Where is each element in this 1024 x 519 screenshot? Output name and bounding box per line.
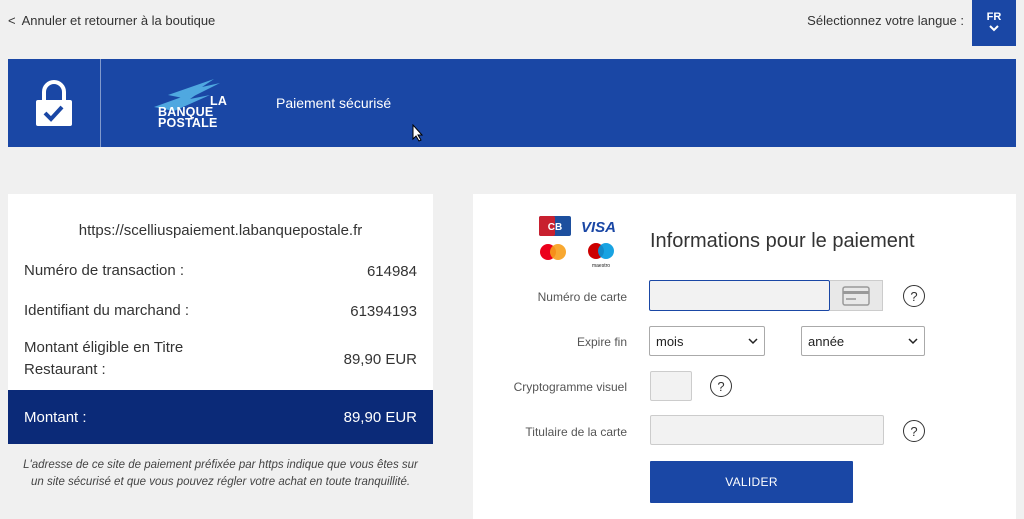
expiry-month-value: mois [656,333,684,349]
card-number-help-icon[interactable]: ? [903,285,925,307]
chevron-left-icon: < [8,13,16,28]
meal-voucher-label: Montant éligible en Titre Restaurant : [24,339,184,378]
cvv-input[interactable] [650,371,692,401]
bank-logo-text: LA BANQUE POSTALE [158,95,227,130]
transaction-label: Numéro de transaction : [24,262,185,279]
merchant-value: 61394193 [350,302,417,320]
total-label: Montant : [24,408,87,426]
card-brands-logo: CB VISA maestro [539,216,616,269]
transaction-value: 614984 [366,262,417,280]
padlock-icon [36,80,72,126]
cvv-label: Cryptogramme visuel [513,380,627,394]
security-notice: L'adresse de ce site de paiement préfixé… [23,459,418,488]
visa-brand: VISA [581,219,616,236]
language-selector[interactable]: FR [972,0,1016,46]
expiry-year-value: année [808,333,845,349]
card-holder-help-icon[interactable]: ? [903,420,925,442]
language-label: Sélectionnez votre langue : [807,13,964,28]
cvv-help-icon[interactable]: ? [710,375,732,397]
summary-row-merchant: Identifiant du marchand : 61394193 [24,300,417,322]
validate-button[interactable]: VALIDER [650,461,853,503]
maestro-brand: maestro [592,263,610,269]
cb-brand: CB [548,222,562,233]
payment-form-panel: CB VISA maestro Informations pour le pai… [473,194,1016,519]
summary-row-meal-voucher: Montant éligible en Titre Restaurant : 8… [24,336,417,382]
card-holder-input[interactable] [650,415,884,445]
chevron-down-icon [908,337,918,344]
header-banner: LA BANQUE POSTALE Paiement sécurisé [8,59,1016,147]
top-bar: < Annuler et retourner à la boutique Sél… [0,0,1024,50]
chevron-down-icon [989,25,999,35]
back-to-shop-label: Annuler et retourner à la boutique [21,13,216,28]
back-to-shop-link[interactable]: < Annuler et retourner à la boutique [8,13,215,28]
mouse-pointer-icon [412,124,424,142]
card-icon-box [830,280,883,311]
total-amount-bar: Montant : 89,90 EUR [8,390,433,444]
summary-row-transaction: Numéro de transaction : 614984 [24,260,417,282]
expiry-month-select[interactable]: mois [649,326,765,356]
language-code: FR [986,11,1002,23]
lock-area [8,59,101,147]
card-holder-label: Titulaire de la carte [525,425,627,439]
form-title: Informations pour le paiement [650,230,915,252]
card-number-input[interactable] [649,280,830,311]
meal-voucher-value: 89,90 EUR [343,350,417,368]
card-number-label: Numéro de carte [537,290,627,304]
chevron-down-icon [748,337,758,344]
payment-site-url: https://scelliuspaiement.labanquepostale… [78,222,363,239]
bank-name-line3: POSTALE [158,116,218,130]
total-value: 89,90 EUR [343,408,417,426]
expiry-year-select[interactable]: année [801,326,925,356]
expiry-label: Expire fin [576,335,627,349]
credit-card-icon [842,285,870,306]
banner-title: Paiement sécurisé [276,95,392,111]
order-summary-panel: https://scelliuspaiement.labanquepostale… [8,194,433,444]
merchant-label: Identifiant du marchand : [24,302,190,319]
